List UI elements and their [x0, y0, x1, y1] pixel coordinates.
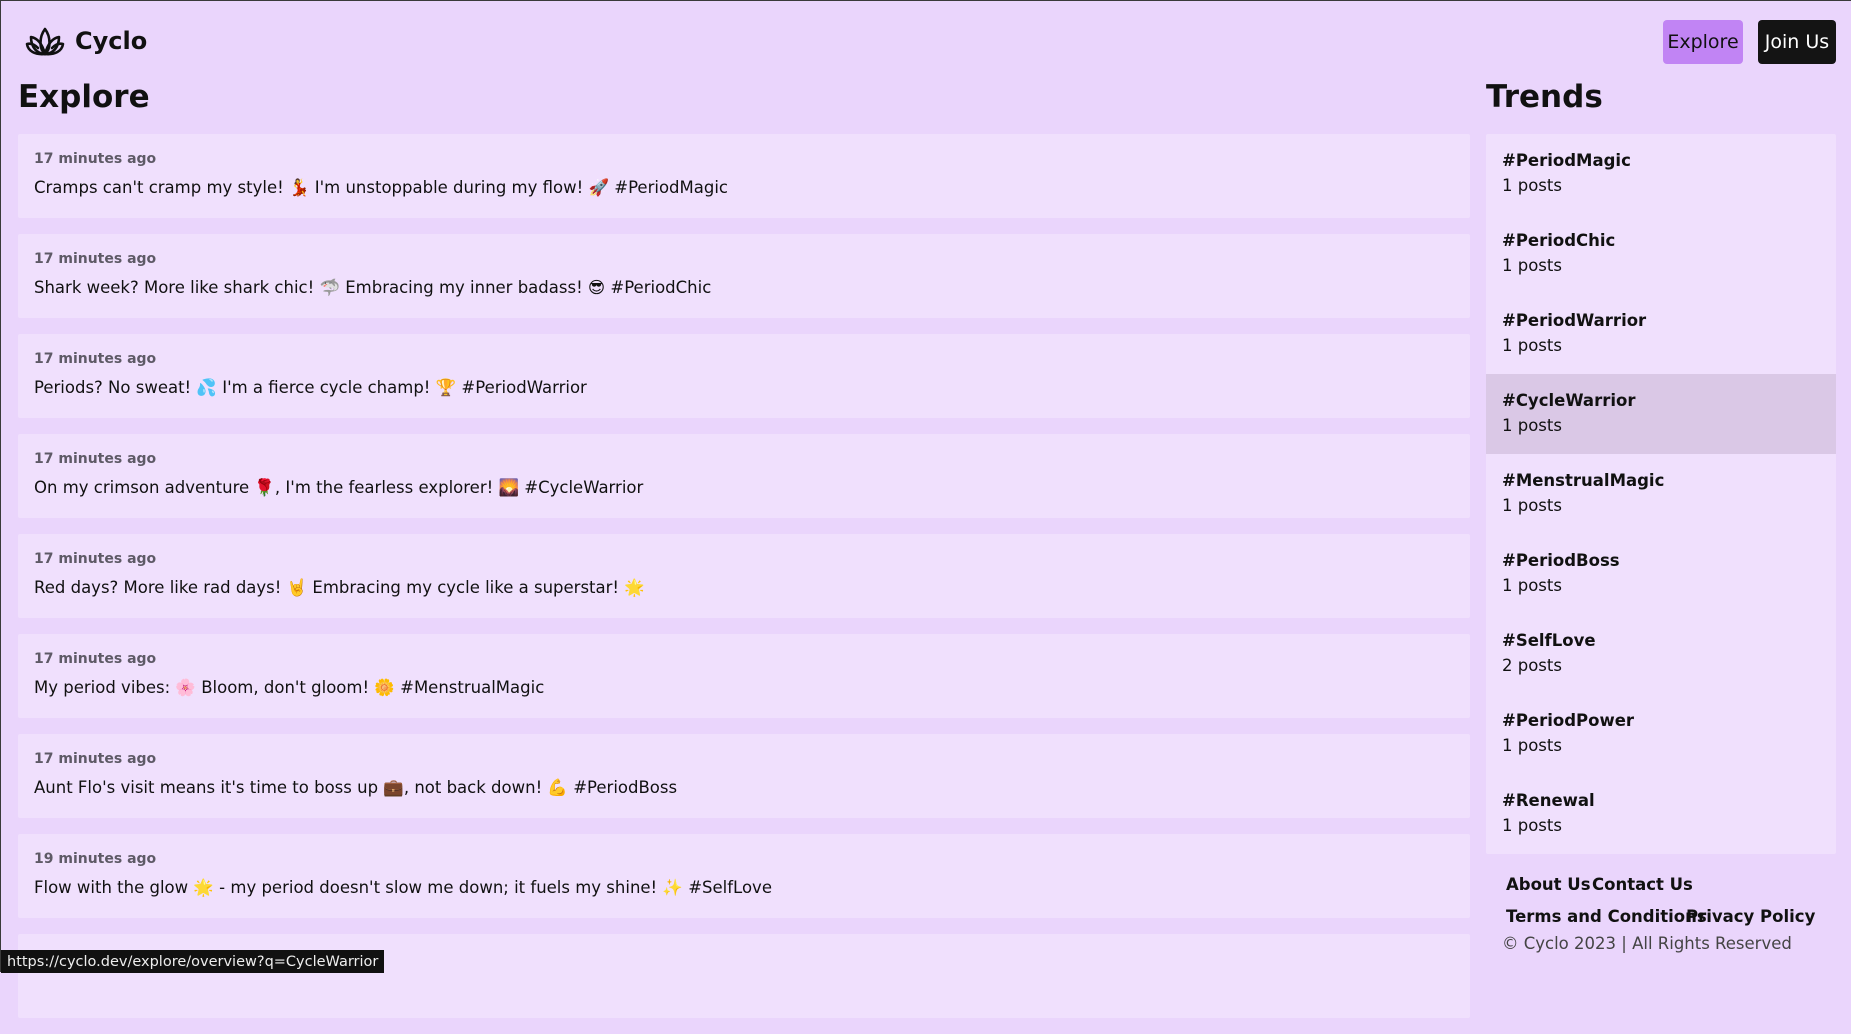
post-text: On my crimson adventure 🌹, I'm the fearl…: [34, 478, 644, 497]
post-card[interactable]: 17 minutes ago Periods? No sweat! 💦 I'm …: [18, 334, 1470, 418]
terms-link[interactable]: Terms and Conditions: [1506, 907, 1707, 926]
post-card[interactable]: 17 minutes ago Aunt Flo's visit means it…: [18, 734, 1470, 818]
trend-item[interactable]: #PeriodBoss 1 posts: [1486, 534, 1836, 614]
post-card[interactable]: 17 minutes ago Cramps can't cramp my sty…: [18, 134, 1470, 218]
trend-hashtag: #PeriodBoss: [1502, 551, 1620, 570]
post-card[interactable]: 19 minutes ago Flow with the glow 🌟 - my…: [18, 834, 1470, 918]
post-card[interactable]: 17 minutes ago My period vibes: 🌸 Bloom,…: [18, 634, 1470, 718]
post-text: Aunt Flo's visit means it's time to boss…: [34, 778, 678, 797]
post-card[interactable]: 17 minutes ago On my crimson adventure 🌹…: [18, 434, 1470, 518]
trend-item[interactable]: #PeriodMagic 1 posts: [1486, 134, 1836, 214]
privacy-policy-link[interactable]: Privacy Policy: [1686, 907, 1815, 926]
post-timestamp: 17 minutes ago: [34, 551, 157, 567]
trend-post-count: 1 posts: [1502, 736, 1562, 755]
trend-hashtag: #SelfLove: [1502, 631, 1596, 650]
brand-name: Cyclo: [75, 27, 148, 55]
trend-hashtag: #Renewal: [1502, 791, 1595, 810]
link-preview-statusbar: https://cyclo.dev/explore/overview?q=Cyc…: [1, 950, 385, 973]
trend-hashtag: #MenstrualMagic: [1502, 471, 1665, 490]
trend-item[interactable]: #PeriodPower 1 posts: [1486, 694, 1836, 774]
trend-item[interactable]: #MenstrualMagic 1 posts: [1486, 454, 1836, 534]
post-feed: 17 minutes ago Cramps can't cramp my sty…: [18, 134, 1470, 1034]
trend-hashtag: #PeriodWarrior: [1502, 311, 1647, 330]
post-card[interactable]: 17 minutes ago Shark week? More like sha…: [18, 234, 1470, 318]
trends-heading: Trends: [1486, 79, 1603, 115]
trend-post-count: 1 posts: [1502, 576, 1562, 595]
post-card[interactable]: [18, 934, 1470, 1018]
trend-post-count: 1 posts: [1502, 176, 1562, 195]
trend-hashtag: #PeriodMagic: [1502, 151, 1631, 170]
lotus-icon: [25, 27, 65, 56]
post-timestamp: 17 minutes ago: [34, 351, 157, 367]
trend-item[interactable]: #PeriodChic 1 posts: [1486, 214, 1836, 294]
post-card[interactable]: 17 minutes ago Red days? More like rad d…: [18, 534, 1470, 618]
post-timestamp: 17 minutes ago: [34, 251, 157, 267]
trend-hashtag: #PeriodChic: [1502, 231, 1616, 250]
post-text: Shark week? More like shark chic! 🦈 Embr…: [34, 278, 712, 297]
brand-logo-link[interactable]: Cyclo: [25, 23, 147, 59]
post-text: My period vibes: 🌸 Bloom, don't gloom! 🌼…: [34, 678, 545, 697]
about-us-link[interactable]: About Us: [1506, 875, 1591, 894]
copyright-text: © Cyclo 2023 | All Rights Reserved: [1502, 934, 1792, 953]
trend-item-hovered[interactable]: #CycleWarrior 1 posts: [1486, 374, 1836, 454]
trend-item[interactable]: #SelfLove 2 posts: [1486, 614, 1836, 694]
trends-panel: #PeriodMagic 1 posts #PeriodChic 1 posts…: [1486, 134, 1836, 854]
trend-post-count: 1 posts: [1502, 416, 1562, 435]
explore-button[interactable]: Explore: [1663, 20, 1743, 64]
contact-us-link[interactable]: Contact Us: [1592, 875, 1693, 894]
post-text: Red days? More like rad days! 🤘 Embracin…: [34, 578, 645, 597]
post-timestamp: 19 minutes ago: [34, 851, 157, 867]
post-timestamp: 17 minutes ago: [34, 751, 157, 767]
explore-heading: Explore: [18, 79, 150, 115]
join-us-button[interactable]: Join Us: [1758, 20, 1836, 64]
trend-post-count: 1 posts: [1502, 816, 1562, 835]
trend-hashtag: #PeriodPower: [1502, 711, 1635, 730]
post-timestamp: 17 minutes ago: [34, 651, 157, 667]
trend-post-count: 1 posts: [1502, 336, 1562, 355]
post-text: Flow with the glow 🌟 - my period doesn't…: [34, 878, 772, 897]
trend-post-count: 1 posts: [1502, 496, 1562, 515]
trend-item[interactable]: #PeriodWarrior 1 posts: [1486, 294, 1836, 374]
top-navbar: Cyclo Explore Join Us: [1, 1, 1851, 81]
post-timestamp: 17 minutes ago: [34, 451, 157, 467]
trend-hashtag: #CycleWarrior: [1502, 391, 1636, 410]
post-text: Periods? No sweat! 💦 I'm a fierce cycle …: [34, 378, 587, 397]
trend-post-count: 1 posts: [1502, 256, 1562, 275]
post-timestamp: 17 minutes ago: [34, 151, 157, 167]
trend-post-count: 2 posts: [1502, 656, 1562, 675]
trend-item[interactable]: #Renewal 1 posts: [1486, 774, 1836, 854]
post-text: Cramps can't cramp my style! 💃 I'm unsto…: [34, 178, 728, 197]
